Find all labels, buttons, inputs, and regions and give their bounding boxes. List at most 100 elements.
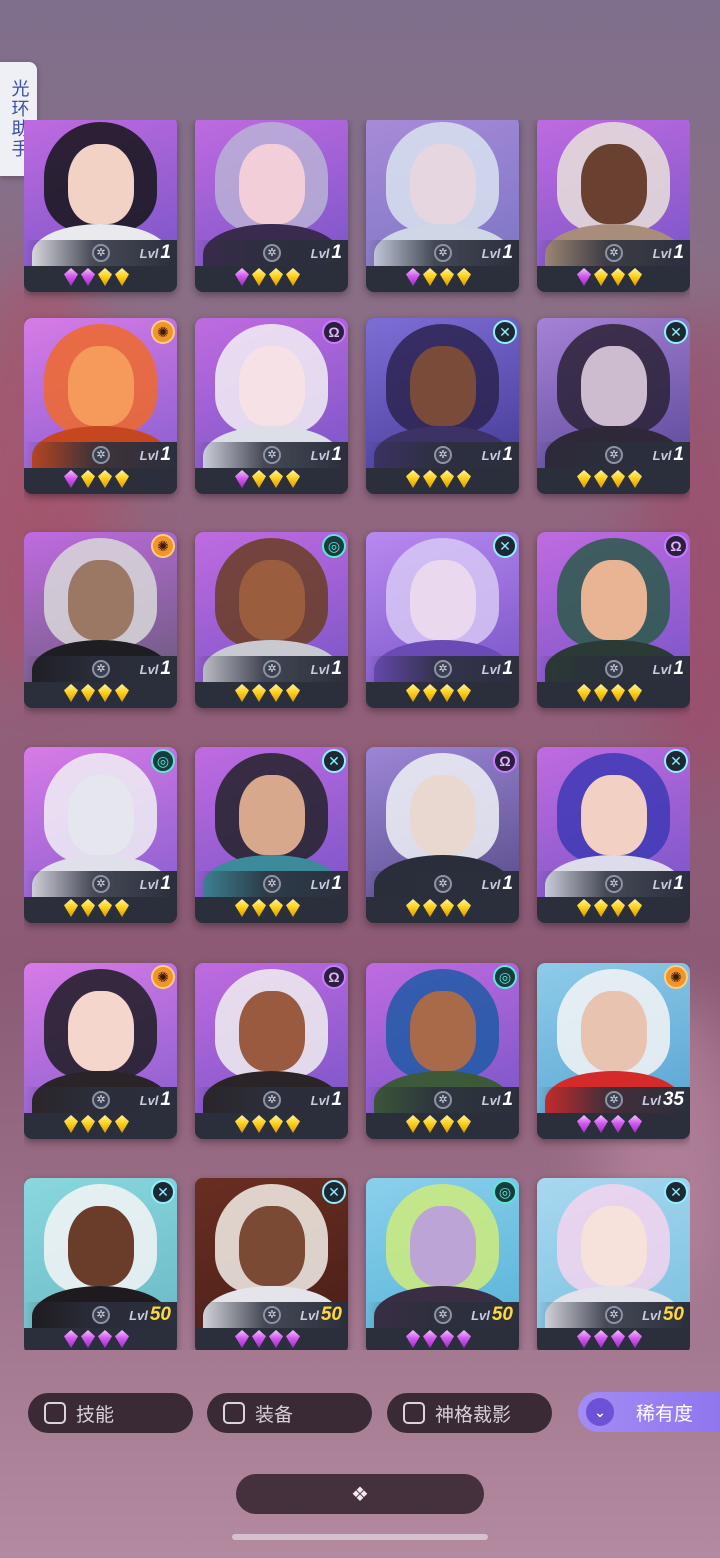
gear-icon: ✲ [92,875,110,893]
checkbox-icon[interactable] [403,1402,425,1424]
hero-card[interactable]: ✲ Lvl 1 ◎ [366,963,519,1139]
purple-gem-icon [64,1330,78,1348]
hero-level: Lvl 1 [311,1089,342,1111]
gold-gem-icon [594,684,608,702]
hero-card[interactable]: ✲ Lvl 1 ✕ [195,747,348,923]
hero-level: Lvl 1 [482,242,513,264]
star-gems [64,470,129,490]
hero-card[interactable]: ✲ Lvl 1 ✺ [24,318,177,494]
gold-gem-icon [286,1115,300,1133]
purple-gem-icon [594,1330,608,1348]
hero-card[interactable]: ✲ Lvl 1 [24,120,177,292]
hero-face [68,1206,134,1286]
gold-gem-icon [423,470,437,488]
hero-card[interactable]: ✲ Lvl 35 ✺ [537,963,690,1139]
hero-card[interactable]: ✲ Lvl 1 ✕ [537,318,690,494]
hero-card[interactable]: ✲ Lvl 1 Ω [195,963,348,1139]
hero-level-value: 1 [331,658,342,679]
purple-gem-icon [235,268,249,286]
hero-card[interactable]: ✲ Lvl 1 [537,120,690,292]
gear-icon: ✲ [434,660,452,678]
star-gems [406,268,471,288]
filter-skills[interactable]: 技能 [28,1393,193,1433]
hero-card[interactable]: ✲ Lvl 1 Ω [537,532,690,708]
gear-icon: ✲ [605,446,623,464]
class-badge-icon: ✕ [664,1180,688,1204]
gear-icon: ✲ [92,1306,110,1324]
gold-gem-icon [594,470,608,488]
gold-gem-icon [577,899,591,917]
hero-level-value: 50 [662,1304,684,1325]
hero-card[interactable]: ✲ Lvl 50 ◎ [366,1178,519,1350]
hero-card[interactable]: ✲ Lvl 1 Ω [195,318,348,494]
hero-level-value: 50 [149,1304,171,1325]
gold-gem-icon [235,899,249,917]
checkbox-icon[interactable] [44,1402,66,1424]
gold-gem-icon [440,899,454,917]
class-badge-icon: ✕ [493,320,517,344]
home-indicator[interactable] [232,1534,488,1540]
hero-card[interactable]: ✲ Lvl 1 ✺ [24,963,177,1139]
hero-level: Lvl 1 [140,658,171,680]
hero-card[interactable]: ✲ Lvl 50 ✕ [195,1178,348,1350]
star-gems [64,1330,129,1350]
purple-gem-icon [81,1330,95,1348]
hero-level: Lvl 50 [129,1304,171,1326]
hero-card[interactable]: ✲ Lvl 1 ◎ [195,532,348,708]
star-gems [577,1330,642,1350]
hero-card[interactable]: ✲ Lvl 1 [366,120,519,292]
gear-icon: ✲ [263,446,281,464]
hero-card[interactable]: ✲ Lvl 1 [195,120,348,292]
purple-gem-icon [235,1330,249,1348]
gold-gem-icon [457,268,471,286]
star-gems [64,1115,129,1135]
hero-level-value: 1 [160,242,171,263]
gear-icon: ✲ [263,244,281,262]
class-badge-icon: Ω [493,749,517,773]
filter-equipment[interactable]: 装备 [207,1393,372,1433]
hero-level-value: 1 [331,1089,342,1110]
hero-card[interactable]: ✲ Lvl 1 ✕ [366,532,519,708]
gold-gem-icon [115,684,129,702]
gold-gem-icon [115,268,129,286]
filter-equipment-label: 装备 [255,1404,294,1426]
class-badge-icon: ✕ [664,320,688,344]
gold-gem-icon [235,684,249,702]
star-gems [235,470,300,490]
hero-card[interactable]: ✲ Lvl 50 ✕ [537,1178,690,1350]
gold-gem-icon [594,899,608,917]
hero-face [410,991,476,1071]
purple-gem-icon [81,268,95,286]
hero-face [239,991,305,1071]
star-gems [64,684,129,704]
hero-level-value: 1 [160,873,171,894]
hero-level-prefix: Lvl [481,662,501,677]
hero-level: Lvl 50 [642,1304,684,1326]
checkbox-icon[interactable] [223,1402,245,1424]
hero-card[interactable]: ✲ Lvl 1 Ω [366,747,519,923]
rarity-sort-label: 稀有度 [636,1403,694,1425]
hero-face [410,144,476,224]
rarity-sort-button[interactable]: ⌄ 稀有度 [578,1392,720,1432]
hero-level-value: 1 [673,658,684,679]
gold-gem-icon [115,899,129,917]
gold-gem-icon [611,268,625,286]
hero-level-value: 1 [502,658,513,679]
hero-card[interactable]: ✲ Lvl 1 ✕ [537,747,690,923]
star-gems [577,470,642,490]
gear-icon: ✲ [605,875,623,893]
purple-gem-icon [235,470,249,488]
gold-gem-icon [115,1115,129,1133]
hero-card[interactable]: ✲ Lvl 50 ✕ [24,1178,177,1350]
class-badge-icon: ✺ [151,965,175,989]
double-chevron-down-icon: ⌄ [586,1398,614,1426]
bottom-menu-button[interactable]: ❖ [236,1474,484,1514]
hero-card[interactable]: ✲ Lvl 1 ◎ [24,747,177,923]
hero-face [68,775,134,855]
hero-card[interactable]: ✲ Lvl 1 ✕ [366,318,519,494]
gold-gem-icon [269,684,283,702]
purple-gem-icon [577,268,591,286]
hero-card[interactable]: ✲ Lvl 1 ✺ [24,532,177,708]
filter-divine[interactable]: 神格裁影 [387,1393,552,1433]
gold-gem-icon [406,1115,420,1133]
